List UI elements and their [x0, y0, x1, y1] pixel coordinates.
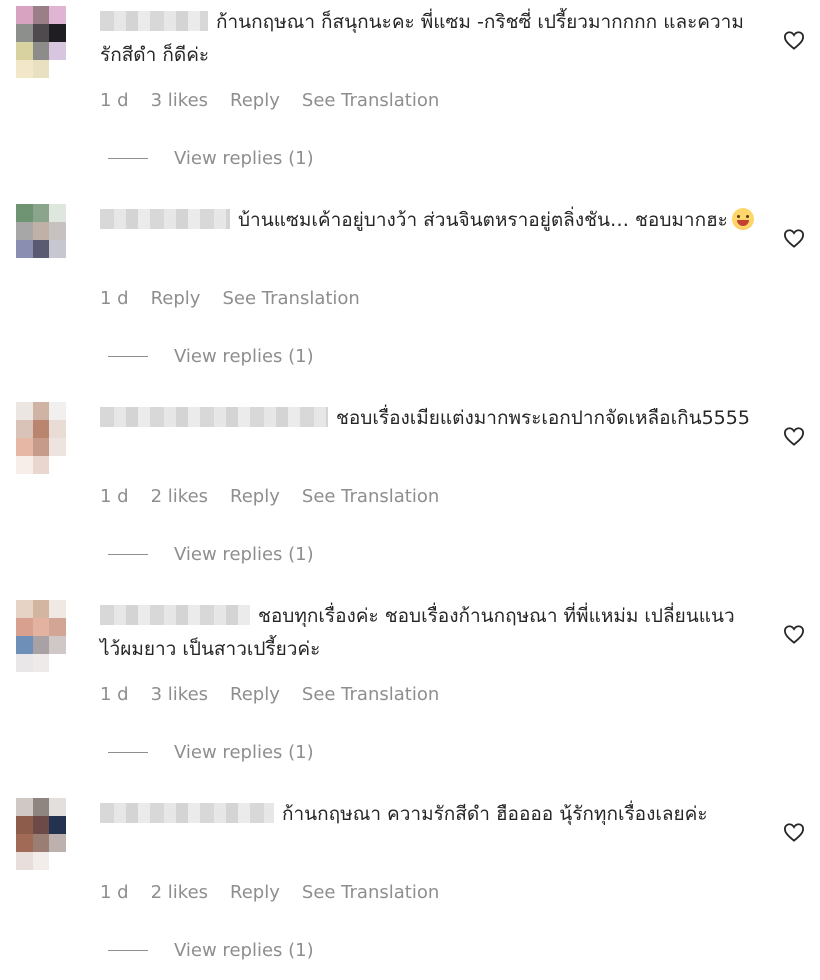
likes-count[interactable]: 3 likes [151, 684, 208, 705]
see-translation-button[interactable]: See Translation [302, 486, 439, 507]
comment-item: ก้านกฤษณา ความรักสีดำ ฮืออออ นุ้รักทุกเร… [0, 792, 820, 980]
comment-text-block: ชอบทุกเรื่องค่ะ ชอบเรื่องก้านกฤษณา ที่พี… [100, 600, 760, 666]
avatar[interactable] [16, 402, 66, 474]
comment-item: ชอบเรื่องเมียแต่งมากพระเอกปากจัดเหลือเกิ… [0, 396, 820, 594]
view-replies-button[interactable]: View replies (1) [108, 940, 314, 961]
divider-line [108, 554, 148, 555]
avatar[interactable] [16, 600, 66, 672]
username-blurred[interactable] [100, 11, 208, 31]
grinning-face-emoji-icon [731, 208, 754, 230]
heart-icon[interactable] [783, 822, 805, 842]
comment-text: บ้านแซมเค้าอยู่บางว้า ส่วนจินตหราอยู่ตลิ… [238, 209, 728, 231]
avatar[interactable] [16, 798, 66, 870]
reply-button[interactable]: Reply [230, 882, 280, 903]
divider-line [108, 752, 148, 753]
comment-item: ก้านกฤษณา ก็สนุกนะคะ พี่แซม -กริชซี่ เปร… [0, 0, 820, 198]
comment-text: ชอบเรื่องเมียแต่งมากพระเอกปากจัดเหลือเกิ… [336, 407, 750, 429]
username-blurred[interactable] [100, 605, 250, 625]
divider-line [108, 950, 148, 951]
reply-button[interactable]: Reply [151, 288, 201, 309]
view-replies-button[interactable]: View replies (1) [108, 346, 314, 367]
comment-meta: 1 d Reply See Translation [100, 288, 360, 309]
likes-count[interactable]: 2 likes [151, 882, 208, 903]
comment-text: ก้านกฤษณา ความรักสีดำ ฮืออออ นุ้รักทุกเร… [282, 803, 708, 825]
comment-text-block: บ้านแซมเค้าอยู่บางว้า ส่วนจินตหราอยู่ตลิ… [100, 204, 760, 237]
view-replies-label: View replies (1) [174, 148, 314, 169]
comment-item: บ้านแซมเค้าอยู่บางว้า ส่วนจินตหราอยู่ตลิ… [0, 198, 820, 396]
view-replies-label: View replies (1) [174, 544, 314, 565]
heart-icon[interactable] [783, 30, 805, 50]
heart-icon[interactable] [783, 228, 805, 248]
comment-time: 1 d [100, 486, 129, 507]
avatar[interactable] [16, 204, 66, 276]
comment-time: 1 d [100, 684, 129, 705]
comment-meta: 1 d 2 likes Reply See Translation [100, 486, 439, 507]
view-replies-label: View replies (1) [174, 742, 314, 763]
see-translation-button[interactable]: See Translation [302, 684, 439, 705]
comment-text-block: ก้านกฤษณา ก็สนุกนะคะ พี่แซม -กริชซี่ เปร… [100, 6, 760, 72]
username-blurred[interactable] [100, 407, 328, 427]
view-replies-button[interactable]: View replies (1) [108, 544, 314, 565]
comment-time: 1 d [100, 90, 129, 111]
heart-icon[interactable] [783, 624, 805, 644]
view-replies-button[interactable]: View replies (1) [108, 742, 314, 763]
likes-count[interactable]: 2 likes [151, 486, 208, 507]
view-replies-label: View replies (1) [174, 346, 314, 367]
username-blurred[interactable] [100, 803, 274, 823]
divider-line [108, 356, 148, 357]
comment-text-block: ชอบเรื่องเมียแต่งมากพระเอกปากจัดเหลือเกิ… [100, 402, 760, 435]
see-translation-button[interactable]: See Translation [222, 288, 359, 309]
reply-button[interactable]: Reply [230, 90, 280, 111]
username-blurred[interactable] [100, 209, 230, 229]
reply-button[interactable]: Reply [230, 486, 280, 507]
comment-text-block: ก้านกฤษณา ความรักสีดำ ฮืออออ นุ้รักทุกเร… [100, 798, 760, 831]
comment-meta: 1 d 3 likes Reply See Translation [100, 90, 439, 111]
comment-meta: 1 d 2 likes Reply See Translation [100, 882, 439, 903]
comment-item: ชอบทุกเรื่องค่ะ ชอบเรื่องก้านกฤษณา ที่พี… [0, 594, 820, 792]
see-translation-button[interactable]: See Translation [302, 882, 439, 903]
see-translation-button[interactable]: See Translation [302, 90, 439, 111]
comment-time: 1 d [100, 882, 129, 903]
view-replies-label: View replies (1) [174, 940, 314, 961]
comment-time: 1 d [100, 288, 129, 309]
heart-icon[interactable] [783, 426, 805, 446]
reply-button[interactable]: Reply [230, 684, 280, 705]
comment-meta: 1 d 3 likes Reply See Translation [100, 684, 439, 705]
divider-line [108, 158, 148, 159]
view-replies-button[interactable]: View replies (1) [108, 148, 314, 169]
avatar[interactable] [16, 6, 66, 78]
likes-count[interactable]: 3 likes [151, 90, 208, 111]
